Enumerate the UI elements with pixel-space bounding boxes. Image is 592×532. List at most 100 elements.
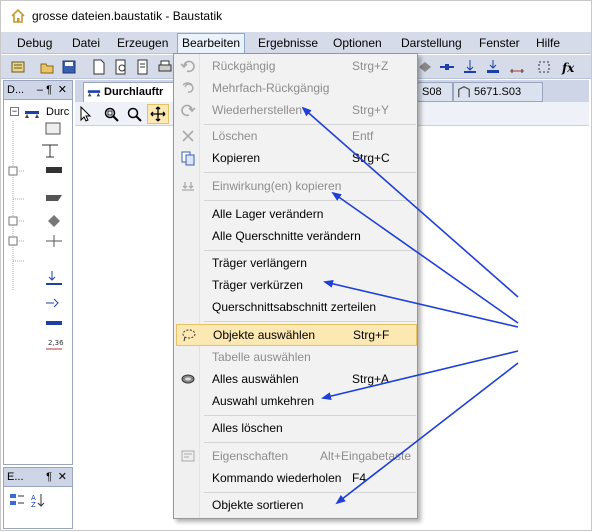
select-all-icon [181, 374, 195, 384]
menu-separator [204, 321, 416, 322]
collapse-icon[interactable]: − [10, 107, 19, 116]
tree-root[interactable]: − Durc [6, 105, 72, 121]
menu-item-copy[interactable]: Kopieren Strg+C [176, 148, 417, 168]
menu-label: Rückgängig [212, 59, 276, 73]
close-icon[interactable]: ✕ [58, 81, 67, 99]
tab-durchlauftraeger[interactable]: Durchlauftr [83, 82, 175, 102]
support-tool-icon[interactable] [417, 59, 433, 75]
menu-bearbeiten[interactable]: Bearbeiten [177, 33, 246, 54]
menu-item-all-supports[interactable]: Alle Lager verändern [176, 204, 417, 224]
svg-text:fx: fx [561, 61, 575, 75]
menu-label: Träger verkürzen [212, 278, 303, 292]
frame-icon [458, 86, 470, 98]
menu-fenster[interactable]: Fenster [475, 35, 524, 53]
tree-nodes: 2,36 [8, 121, 64, 350]
svg-text:Z: Z [31, 501, 36, 508]
pin-icon[interactable]: ‒ ¶ [37, 81, 52, 99]
dimension-icon[interactable] [509, 59, 525, 75]
categorized-icon[interactable] [9, 492, 25, 508]
menu-label: Kommando wiederholen [212, 471, 342, 485]
menu-hilfe[interactable]: Hilfe [532, 35, 564, 53]
menu-item-undo[interactable]: Rückgängig Strg+Z [176, 56, 417, 76]
open-icon[interactable] [39, 59, 55, 75]
menu-item-split-section[interactable]: Querschnittsabschnitt zerteilen [176, 297, 417, 317]
properties-panel: E... ¶ ✕ AZ [3, 467, 73, 529]
structure-panel: D... ‒ ¶ ✕ − Durc 2,36 [3, 80, 73, 465]
menu-item-repeat-command[interactable]: Kommando wiederholen F4 [176, 468, 417, 488]
menu-label: Alle Lager verändern [212, 207, 324, 221]
menu-debug[interactable]: Debug [13, 35, 56, 53]
menu-label: Objekte auswählen [213, 328, 316, 342]
copy-actions-icon [182, 182, 194, 191]
menu-darstellung[interactable]: Darstellung [397, 35, 466, 53]
menu-item-multi-undo[interactable]: Mehrfach-Rückgängig [176, 78, 417, 98]
preview-icon[interactable] [113, 59, 129, 75]
support-load-icon[interactable] [485, 59, 501, 75]
pointer-icon[interactable] [77, 106, 93, 122]
tab-label: 5671.S03 [474, 86, 522, 98]
beam-tool-icon[interactable] [439, 59, 455, 75]
print-preview-icon[interactable] [135, 59, 151, 75]
menu-item-sort-objects[interactable]: Objekte sortieren [176, 495, 417, 515]
menu-item-select-all[interactable]: Alles auswählen Strg+A [176, 369, 417, 389]
menu-ergebnisse[interactable]: Ergebnisse [254, 35, 322, 53]
menu-item-invert-selection[interactable]: Auswahl umkehren [176, 391, 417, 411]
menu-item-delete[interactable]: Löschen Entf [176, 126, 417, 146]
properties-panel-header: E... ¶ ✕ [4, 468, 72, 487]
menu-shortcut: Strg+Y [352, 103, 390, 117]
menu-item-properties[interactable]: Eigenschaften Alt+Eingabetaste [176, 446, 417, 466]
zoom-window-icon[interactable] [103, 106, 119, 122]
menu-label: Alle Querschnitte verändern [212, 229, 361, 243]
window-title: grosse dateien.baustatik - Baustatik [32, 9, 223, 23]
menu-label: Auswahl umkehren [212, 394, 315, 408]
tab-label: Durchlauftr [104, 86, 164, 98]
menu-item-select-table[interactable]: Tabelle auswählen [176, 347, 417, 367]
menu-optionen[interactable]: Optionen [329, 35, 386, 53]
zoom-icon[interactable] [126, 106, 142, 122]
properties-panel-title: E... [7, 471, 24, 483]
menu-label: Alles auswählen [212, 372, 299, 386]
multi-undo-icon [182, 82, 194, 93]
menu-shortcut: Strg+A [352, 372, 390, 386]
app-window: grosse dateien.baustatik - Baustatik Deb… [0, 0, 592, 531]
menu-item-copy-actions[interactable]: Einwirkung(en) kopieren [176, 176, 417, 196]
menu-separator [204, 442, 416, 443]
menu-label: Querschnittsabschnitt zerteilen [212, 300, 377, 314]
delete-icon [182, 130, 194, 142]
close-icon[interactable]: ✕ [58, 468, 67, 486]
print-icon[interactable] [157, 59, 173, 75]
save-icon[interactable] [61, 59, 77, 75]
menu-datei[interactable]: Datei [68, 35, 104, 53]
pan-icon [150, 106, 166, 122]
grid-icon[interactable] [536, 59, 552, 75]
tab-5671-s03[interactable]: 5671.S03 [453, 82, 543, 102]
menu-item-redo[interactable]: Wiederherstellen Strg+Y [176, 100, 417, 120]
menu-item-extend-beam[interactable]: Träger verlängern [176, 253, 417, 273]
pin-icon[interactable]: ¶ [46, 468, 52, 486]
menu-label: Objekte sortieren [212, 498, 304, 512]
menu-item-select-objects[interactable]: Objekte auswählen Strg+F [176, 324, 417, 346]
menu-item-delete-all[interactable]: Alles löschen [176, 418, 417, 438]
menu-item-all-sections[interactable]: Alle Querschnitte verändern [176, 226, 417, 246]
menu-label: Träger verlängern [212, 256, 307, 270]
menu-separator [204, 200, 416, 201]
menu-item-shorten-beam[interactable]: Träger verkürzen [176, 275, 417, 295]
new-doc-icon[interactable] [91, 59, 107, 75]
menu-erzeugen[interactable]: Erzeugen [113, 35, 172, 53]
function-icon[interactable]: fx [561, 59, 577, 75]
menu-shortcut: Strg+Z [352, 59, 389, 73]
structure-icon[interactable] [10, 59, 26, 75]
sort-az-icon[interactable]: AZ [30, 492, 46, 508]
menu-label: Mehrfach-Rückgängig [212, 81, 330, 95]
menu-shortcut: Strg+F [353, 328, 390, 342]
load-tool-icon[interactable] [462, 59, 478, 75]
menu-separator [204, 415, 416, 416]
menu-label: Tabelle auswählen [212, 350, 311, 364]
structure-panel-title: D... [7, 84, 25, 96]
menu-label: Kopieren [212, 151, 261, 165]
pan-button[interactable] [147, 104, 169, 124]
menu-label: Eigenschaften [212, 449, 289, 463]
tab-s08[interactable]: S08 [417, 82, 453, 102]
home-icon [11, 8, 25, 23]
menu-separator [204, 250, 416, 251]
